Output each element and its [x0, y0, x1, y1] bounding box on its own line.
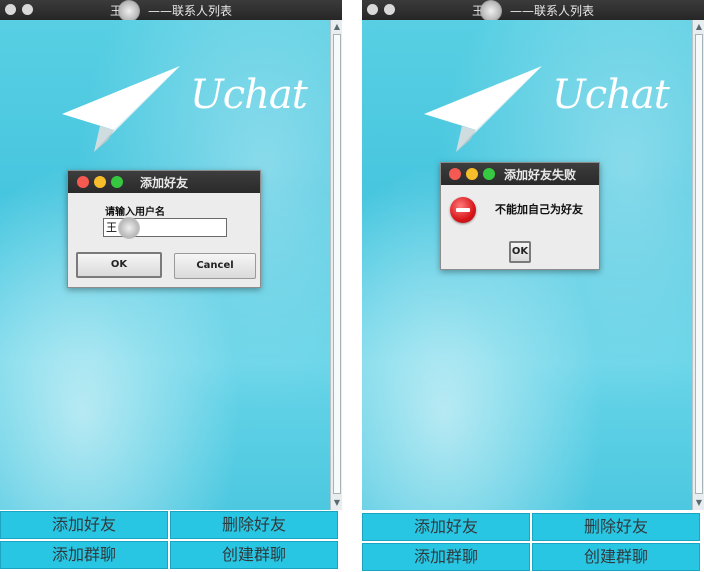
contact-list-area: Uchat 添加好友 请输入用户名 王 OK Cancel: [0, 20, 330, 510]
create-group-button[interactable]: 创建群聊: [170, 541, 338, 569]
delete-friend-button[interactable]: 删除好友: [532, 513, 700, 541]
delete-friend-button[interactable]: 删除好友: [170, 511, 338, 539]
username-prompt-label: 请输入用户名: [105, 207, 165, 218]
cancel-button[interactable]: Cancel: [174, 253, 256, 279]
create-group-button[interactable]: 创建群聊: [532, 543, 700, 571]
add-friend-button[interactable]: 添加好友: [362, 513, 530, 541]
ok-button[interactable]: OK: [509, 241, 531, 263]
dialog-titlebar: 添加好友失败: [441, 163, 599, 185]
scroll-thumb[interactable]: [695, 34, 703, 494]
redacted-input-blur: [118, 217, 140, 239]
window-titlebar: 王 ——联系人列表: [0, 0, 342, 22]
scroll-thumb[interactable]: [333, 34, 341, 494]
error-stop-icon: [450, 197, 476, 223]
dialog-close-dot[interactable]: [449, 168, 461, 180]
contact-list-area: Uchat 添加好友失败 不能加自己为好友 OK: [362, 20, 692, 510]
dialog-title: 添加好友: [139, 176, 188, 190]
window-title: 王 ——联系人列表: [0, 2, 342, 19]
add-group-button[interactable]: 添加群聊: [362, 543, 530, 571]
scroll-up-arrow-icon[interactable]: ▲: [332, 21, 342, 33]
add-friend-failed-dialog: 添加好友失败 不能加自己为好友 OK: [440, 162, 600, 270]
scroll-down-arrow-icon[interactable]: ▼: [332, 497, 342, 509]
add-group-button[interactable]: 添加群聊: [0, 541, 168, 569]
vertical-scrollbar[interactable]: ▲ ▼: [330, 20, 342, 510]
dialog-minimize-dot[interactable]: [466, 168, 478, 180]
redacted-name-blur: [480, 0, 502, 22]
dialog-titlebar: 添加好友: [68, 171, 260, 193]
scroll-up-arrow-icon[interactable]: ▲: [694, 21, 704, 33]
window-title-suffix: ——联系人列表: [510, 4, 595, 18]
window-titlebar: 王 ——联系人列表: [362, 0, 704, 22]
redacted-name-blur: [118, 0, 140, 22]
dialog-title: 添加好友失败: [503, 168, 576, 182]
uchat-brand-text: Uchat: [190, 72, 308, 118]
add-friend-dialog: 添加好友 请输入用户名 王 OK Cancel: [67, 170, 261, 288]
uchat-brand-text: Uchat: [552, 72, 670, 118]
scroll-down-arrow-icon[interactable]: ▼: [694, 497, 704, 509]
error-message: 不能加自己为好友: [495, 203, 583, 216]
window-title-suffix: ——联系人列表: [148, 4, 233, 18]
vertical-scrollbar[interactable]: ▲ ▼: [692, 20, 704, 510]
add-friend-button[interactable]: 添加好友: [0, 511, 168, 539]
contact-list-window-left: 王——联系人列表 Uchat 添加好友 请输入用户名 王 OK Cancel: [0, 0, 342, 572]
window-title: 王 ——联系人列表: [362, 2, 704, 19]
contact-list-window-right: 王 ——联系人列表 Uchat 添加好友失败 不能加自己为好友 OK ▲ ▼ 添…: [362, 0, 704, 572]
ok-button[interactable]: OK: [76, 252, 162, 278]
